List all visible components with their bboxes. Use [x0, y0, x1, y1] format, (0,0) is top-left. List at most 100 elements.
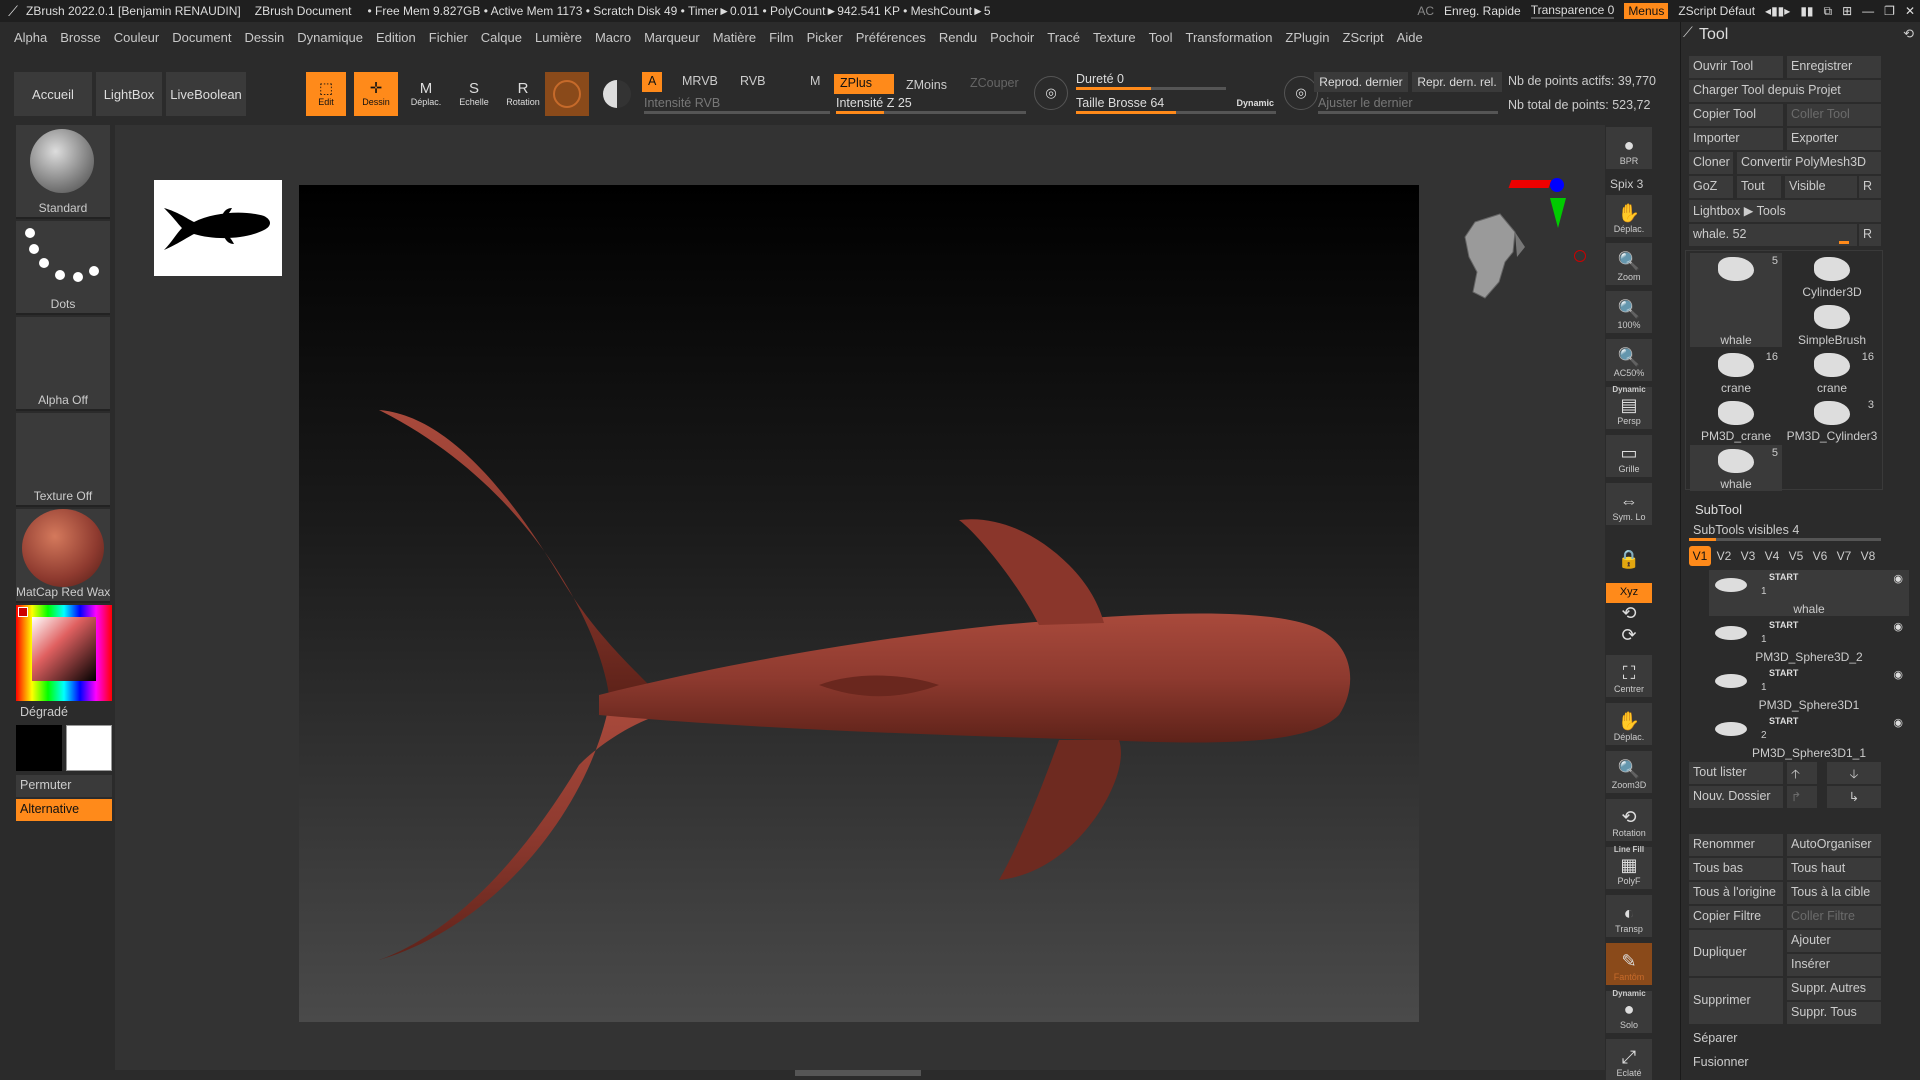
quicksave-button[interactable]: Enreg. Rapide: [1444, 4, 1521, 18]
menu-item[interactable]: Macro: [595, 30, 631, 45]
menu-item[interactable]: Calque: [481, 30, 522, 45]
tool-thumbnail[interactable]: PM3D_crane: [1690, 397, 1782, 443]
frame-button[interactable]: ⛶ Centrer: [1606, 655, 1652, 697]
zcut-toggle[interactable]: ZCouper: [964, 74, 1025, 94]
menu-item[interactable]: Transformation: [1185, 30, 1272, 45]
load-tool-button[interactable]: Ouvrir Tool: [1689, 56, 1783, 78]
menu-item[interactable]: Matière: [713, 30, 756, 45]
autoreorder-button[interactable]: AutoOrganiser: [1787, 834, 1881, 856]
scale-button[interactable]: S Echelle: [454, 72, 494, 116]
rename-button[interactable]: Renommer: [1689, 834, 1783, 856]
move-down-icon[interactable]: 🡣: [1827, 762, 1881, 784]
tool-thumbnail[interactable]: Cylinder3D: [1786, 253, 1878, 299]
version-tab[interactable]: V7: [1833, 546, 1855, 566]
delete-button[interactable]: Supprimer: [1689, 978, 1783, 1024]
move-up-icon[interactable]: 🡡: [1787, 762, 1817, 784]
goz-visible-button[interactable]: Visible: [1785, 176, 1857, 198]
menu-item[interactable]: Fichier: [429, 30, 468, 45]
tool-thumbnail[interactable]: whale 5: [1690, 445, 1782, 491]
material-thumbnail[interactable]: MatCap Red Wax: [16, 509, 110, 603]
focal-shift-slider[interactable]: Dureté 0: [1076, 72, 1226, 90]
floor-button[interactable]: ▭ Grille: [1606, 435, 1652, 477]
menu-item[interactable]: Marqueur: [644, 30, 700, 45]
zsub-toggle[interactable]: ZMoins: [900, 76, 953, 96]
menu-item[interactable]: Couleur: [114, 30, 160, 45]
menu-item[interactable]: Lumière: [535, 30, 582, 45]
secondary-color-swatch[interactable]: [16, 725, 62, 771]
home-button[interactable]: Accueil: [14, 72, 92, 116]
window-layout-icon[interactable]: ⧉: [1824, 4, 1833, 19]
actual-size-button[interactable]: 🔍 100%: [1606, 291, 1652, 333]
palette-title[interactable]: Tool: [1699, 26, 1728, 44]
current-tool-slider[interactable]: whale. 52: [1689, 224, 1857, 246]
main-color-swatch[interactable]: [66, 725, 112, 771]
tool-thumbnail[interactable]: whale 5: [1690, 253, 1782, 347]
lightbox-tools-button[interactable]: Lightbox ▶ Tools: [1689, 200, 1881, 222]
menu-item[interactable]: Edition: [376, 30, 416, 45]
help-icon[interactable]: ⊞: [1842, 4, 1852, 18]
rgb-toggle[interactable]: RVB: [734, 72, 771, 92]
a-toggle[interactable]: A: [642, 72, 663, 92]
menu-item[interactable]: Alpha: [14, 30, 47, 45]
eye-icon[interactable]: ◉: [1893, 620, 1903, 633]
export-button[interactable]: Exporter: [1787, 128, 1881, 150]
switch-color-button[interactable]: Permuter: [16, 775, 112, 797]
alternate-button[interactable]: Alternative: [16, 799, 112, 821]
menu-item[interactable]: Pochoir: [990, 30, 1034, 45]
zoom-slider-icon[interactable]: ◂▮▮▸: [1765, 4, 1790, 18]
version-tab[interactable]: V8: [1857, 546, 1879, 566]
menu-item[interactable]: Aide: [1397, 30, 1423, 45]
all-low-button[interactable]: Tous bas: [1689, 858, 1783, 880]
paste-tool-button[interactable]: Coller Tool: [1787, 104, 1881, 126]
layout-icon[interactable]: ▮▮: [1800, 4, 1813, 18]
bottom-tray-handle[interactable]: [795, 1070, 921, 1076]
navigation-thumbnail[interactable]: [154, 180, 282, 276]
save-tool-button[interactable]: Enregistrer: [1787, 56, 1881, 78]
transparency-slider[interactable]: Transparence 0: [1530, 3, 1614, 19]
xpose-button[interactable]: ⤢ Eclaté: [1606, 1039, 1652, 1080]
visible-subtools-slider[interactable]: SubTools visibles 4: [1689, 520, 1881, 542]
version-tab[interactable]: V4: [1761, 546, 1783, 566]
menu-item[interactable]: Brosse: [60, 30, 100, 45]
arrow-right-icon[interactable]: ↱: [1787, 786, 1817, 808]
arrow-down-right-icon[interactable]: ↳: [1827, 786, 1881, 808]
draw-size-slider[interactable]: Taille Brosse 64 Dynamic: [1076, 96, 1276, 114]
menu-item[interactable]: Rendu: [939, 30, 977, 45]
draw-button[interactable]: ✛ Dessin: [354, 72, 398, 116]
eye-icon[interactable]: ◉: [1893, 668, 1903, 681]
aahalf-button[interactable]: 🔍 AC50%: [1606, 339, 1652, 381]
brush-thumbnail[interactable]: Standard: [16, 125, 110, 219]
replay-last-button[interactable]: Reprod. dernier: [1314, 72, 1408, 92]
tool-thumbnail[interactable]: SimpleBrush: [1786, 301, 1878, 347]
adjust-last-slider[interactable]: Ajuster le dernier: [1318, 96, 1498, 114]
menu-item[interactable]: Film: [769, 30, 794, 45]
solo-button[interactable]: Dynamic ● Solo: [1606, 989, 1652, 1033]
texture-thumbnail[interactable]: Texture Off: [16, 413, 110, 507]
copy-tool-button[interactable]: Copier Tool: [1689, 104, 1783, 126]
eye-icon[interactable]: ◉: [1893, 572, 1903, 585]
tool-thumbnail[interactable]: PM3D_Cylinder3 3: [1786, 397, 1878, 443]
menu-item[interactable]: Document: [172, 30, 231, 45]
menu-item[interactable]: Dynamique: [297, 30, 363, 45]
move-view2-button[interactable]: ✋ Déplac.: [1606, 703, 1652, 745]
transp-button[interactable]: ◐ Transp: [1606, 895, 1652, 937]
close-icon[interactable]: ✕: [1905, 4, 1915, 18]
ghost-button[interactable]: ✎ Fantôm: [1606, 943, 1652, 985]
minimize-icon[interactable]: —: [1862, 4, 1874, 18]
goz-button[interactable]: GoZ: [1689, 176, 1733, 198]
delete-all-button[interactable]: Suppr. Tous: [1787, 1002, 1881, 1024]
eye-icon[interactable]: ◉: [1893, 716, 1903, 729]
all-high-button[interactable]: Tous haut: [1787, 858, 1881, 880]
stroke-thumbnail[interactable]: Dots: [16, 221, 110, 315]
polyf-button[interactable]: Line Fill ▦ PolyF: [1606, 845, 1652, 889]
merge-button[interactable]: Fusionner: [1689, 1052, 1881, 1074]
paste-filter-button[interactable]: Coller Filtre: [1787, 906, 1881, 928]
navigation-gizmo[interactable]: [1455, 202, 1535, 302]
subtool-row[interactable]: START 2 ◉ PM3D_Sphere3D1_1: [1709, 714, 1909, 760]
delete-other-button[interactable]: Suppr. Autres: [1787, 978, 1881, 1000]
alpha-thumbnail[interactable]: Alpha Off: [16, 317, 110, 411]
duplicate-button[interactable]: Dupliquer: [1689, 930, 1783, 976]
ac-label[interactable]: AC: [1417, 4, 1434, 18]
menu-item[interactable]: Tracé: [1047, 30, 1080, 45]
all-target-button[interactable]: Tous à la cible: [1787, 882, 1881, 904]
